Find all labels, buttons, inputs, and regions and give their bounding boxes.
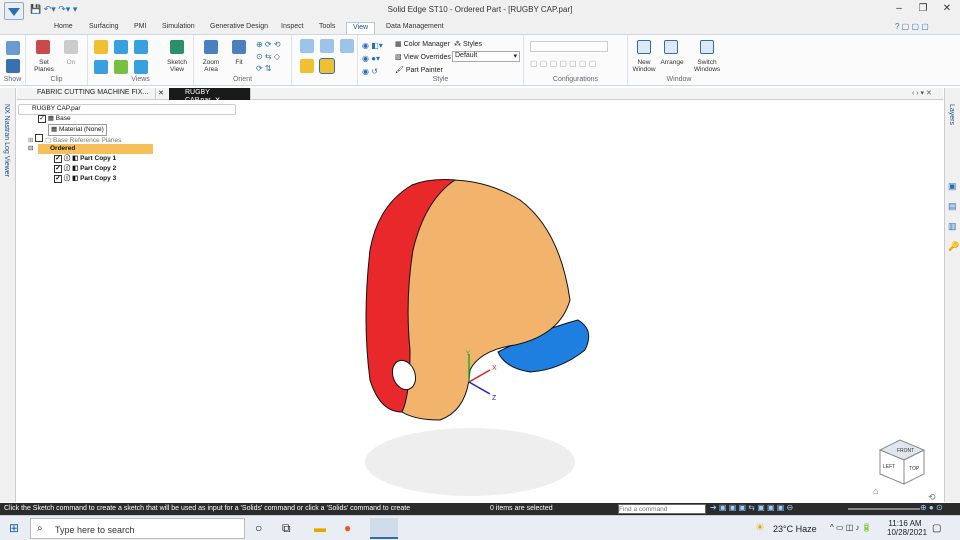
model-shadow [365,428,575,496]
weather[interactable]: 23°C Haze [773,524,817,534]
selection-count: 0 items are selected [490,505,553,512]
status-right-icons[interactable]: ⊕ ● ⊙ [920,503,943,512]
search-placeholder: Type here to search [55,525,135,535]
rotate-icon[interactable]: ⟲ [928,492,936,502]
graphics-window[interactable]: Y X Z FRONT TOP LEFT ⌂ ⟲ [0,0,960,540]
z-axis [468,381,491,395]
solid-edge-taskbar-icon[interactable] [370,518,398,539]
firefox-icon[interactable]: ● [344,521,351,535]
status-bar: Click the Sketch command to create a ske… [0,503,960,515]
z-label: Z [492,395,497,402]
notification-icon[interactable]: ▢ [932,523,941,534]
y-label: Y [466,351,470,357]
search-icon: ⌕ [37,523,43,534]
find-command-input[interactable] [618,504,706,514]
weather-icon: ☀ [755,522,765,534]
windows-start-icon[interactable]: ⊞ [9,521,19,535]
windows-taskbar: ⊞ ⌕ Type here to search ○ ⧉ ▬ ● ☀ 23°C H… [0,515,960,540]
clock[interactable]: 11:16 AM 10/28/2021 [887,519,927,537]
status-tool-icons[interactable]: ➔ ▣ ▣ ▣ ⇆ ▣ ▣ ▣ ⊖ [710,503,793,512]
weather-condition: Haze [795,524,817,534]
view-cube[interactable] [878,439,926,485]
viewcube-top-label: TOP [909,466,920,472]
status-prompt: Click the Sketch command to create a ske… [4,505,411,512]
zoom-slider[interactable] [848,508,920,510]
tray-icons[interactable]: ^ ▭ ◫ ♪ 🔋 [830,523,872,532]
clock-date: 10/28/2021 [887,528,928,537]
cortana-icon[interactable]: ○ [255,521,262,535]
x-axis [468,369,491,383]
x-label: X [492,365,497,372]
viewcube-left-label: LEFT [883,464,895,470]
file-explorer-icon[interactable]: ▬ [314,521,326,535]
clock-time: 11:16 AM [888,519,922,528]
taskbar-search[interactable]: ⌕ Type here to search [30,518,245,539]
weather-temp: 23°C [773,524,794,534]
home-icon[interactable]: ⌂ [873,486,878,496]
task-view-icon[interactable]: ⧉ [282,521,291,536]
viewcube-front-label: FRONT [897,448,914,454]
